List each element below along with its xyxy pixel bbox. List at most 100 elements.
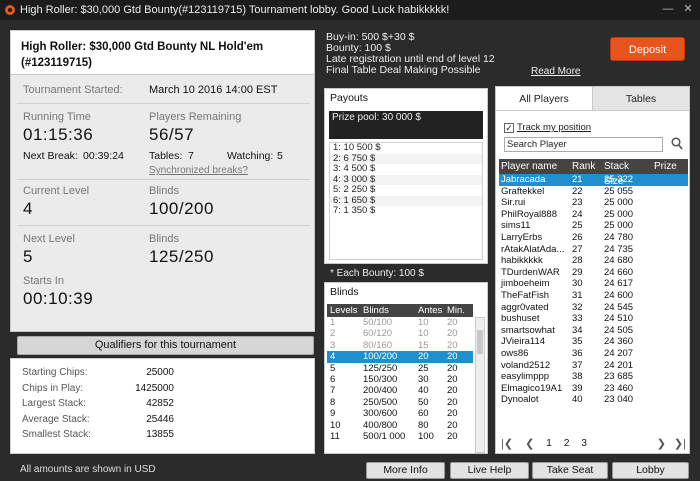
player-cell: 29 <box>572 266 583 278</box>
player-row[interactable]: smartsowhat 34 24 505 <box>499 325 688 337</box>
tables-value: 7 <box>188 150 194 162</box>
column-header[interactable]: Levels <box>327 304 360 317</box>
player-cell: jimboeheim <box>501 278 550 290</box>
payout-item: 5: 2 250 $ <box>333 184 376 195</box>
player-row[interactable]: habikkkkk 28 24 680 <box>499 255 688 267</box>
search-player-input[interactable]: Search Player <box>504 137 663 152</box>
search-icon[interactable] <box>671 137 683 150</box>
stat-label: Largest Stack: <box>22 398 86 409</box>
take-seat-button[interactable]: Take Seat <box>532 462 608 479</box>
minimize-icon[interactable]: — <box>660 2 676 17</box>
player-row[interactable]: LarryErbs 26 24 780 <box>499 232 688 244</box>
running-time-label: Running Time <box>23 111 91 123</box>
prize-pool-bar <box>329 125 483 139</box>
column-header[interactable]: Prize <box>651 159 688 174</box>
player-row[interactable]: ows86 36 24 207 <box>499 348 688 360</box>
blind-cell: 6 <box>330 373 336 385</box>
more-info-button[interactable]: More Info <box>366 462 445 479</box>
page-1[interactable]: 1 <box>546 438 552 449</box>
player-cell: 24 <box>572 208 583 220</box>
player-row[interactable]: rAtakAlatAda... 27 24 735 <box>499 244 688 256</box>
blind-cell: 250/500 <box>363 396 398 408</box>
player-row[interactable]: Jabracada 21 25 322 <box>499 174 688 186</box>
player-cell: 25 322 <box>604 174 634 185</box>
player-row[interactable]: Sir.rui 23 25 000 <box>499 197 688 209</box>
started-value: March 10 2016 14:00 EST <box>149 84 278 96</box>
players-panel: All Players Tables ✓ Track my position S… <box>495 86 690 454</box>
player-row[interactable]: JVieira114 35 24 360 <box>499 336 688 348</box>
column-header[interactable]: Antes <box>415 304 444 317</box>
deposit-button[interactable]: Deposit <box>610 37 685 61</box>
blind-cell: 20 <box>447 373 458 385</box>
player-cell <box>651 174 688 186</box>
checkbox-checked-icon[interactable]: ✓ <box>504 122 514 133</box>
player-row[interactable]: jimboeheim 30 24 617 <box>499 278 688 290</box>
stat-value: 25446 <box>146 413 174 425</box>
player-cell: 37 <box>572 359 583 371</box>
stat-value: 1425000 <box>135 382 174 394</box>
player-cell <box>651 186 688 198</box>
player-cell: 24 680 <box>604 255 634 267</box>
player-cell: 25 000 <box>604 208 634 220</box>
read-more-link[interactable]: Read More <box>531 66 580 77</box>
player-cell <box>651 244 688 256</box>
player-row[interactable]: aggr0vated 32 24 545 <box>499 302 688 314</box>
tab-tables[interactable]: Tables <box>592 87 689 110</box>
stat-value: 13855 <box>146 429 174 440</box>
tab-all-players[interactable]: All Players <box>496 87 592 110</box>
player-cell <box>651 383 688 395</box>
divider <box>17 103 310 104</box>
synchronized-breaks-link[interactable]: Synchronized breaks? <box>149 165 248 176</box>
page-3[interactable]: 3 <box>581 438 587 449</box>
player-row[interactable]: TDurdenWAR 29 24 660 <box>499 267 688 279</box>
first-page-icon[interactable]: |❮ <box>501 437 513 450</box>
players-remaining-value: 56/57 <box>149 125 195 144</box>
blind-level-row: 1 50/100 10 20 <box>327 317 473 328</box>
blinds-scrollbar[interactable] <box>475 317 485 453</box>
blind-level-row: 6 150/300 30 20 <box>327 374 473 385</box>
prev-page-icon[interactable]: ❮ <box>525 437 534 450</box>
player-cell <box>651 232 688 244</box>
player-row[interactable]: TheFatFish 31 24 600 <box>499 290 688 302</box>
qualifiers-button[interactable]: Qualifiers for this tournament <box>17 336 314 355</box>
tables-label: Tables: <box>149 150 183 162</box>
player-cell: JVieira114 <box>501 336 546 348</box>
column-header[interactable]: Player name <box>499 159 569 174</box>
blind-cell: 25 <box>418 362 429 374</box>
player-row[interactable]: sims11 25 25 000 <box>499 220 688 232</box>
column-header[interactable]: Rank <box>569 159 601 174</box>
tournament-info-panel: Tournament Started: March 10 2016 14:00 … <box>10 74 315 332</box>
player-row[interactable]: PhilRoyal888 24 25 000 <box>499 209 688 221</box>
close-icon[interactable]: ✕ <box>680 2 696 17</box>
starts-in-value: 00:10:39 <box>23 289 94 308</box>
live-help-button[interactable]: Live Help <box>450 462 529 479</box>
player-cell: 23 <box>572 197 583 209</box>
player-cell <box>651 313 688 325</box>
scroll-thumb[interactable] <box>477 330 483 354</box>
player-cell: rAtakAlatAda... <box>501 243 565 255</box>
column-header[interactable]: Min. <box>444 304 473 317</box>
player-cell: aggr0vated <box>501 301 549 313</box>
column-header[interactable]: Stack Size <box>601 159 651 187</box>
player-row[interactable]: bushuset 33 24 510 <box>499 313 688 325</box>
player-row[interactable]: Dynoalot 40 23 040 <box>499 394 688 406</box>
next-page-icon[interactable]: ❯ <box>657 437 666 450</box>
page-2[interactable]: 2 <box>564 438 570 449</box>
player-cell <box>651 197 688 209</box>
divider <box>17 179 310 180</box>
player-row[interactable]: voland2512 37 24 201 <box>499 360 688 372</box>
players-table: Player name Rank Stack Size Prize Jabracada 2… <box>499 159 688 406</box>
player-cell: sims11 <box>501 220 531 232</box>
track-position-checkbox[interactable]: ✓ Track my position <box>504 122 591 133</box>
blinds-value: 100/200 <box>149 199 214 218</box>
lobby-button[interactable]: Lobby <box>612 462 689 479</box>
player-cell <box>651 278 688 290</box>
last-page-icon[interactable]: ❯| <box>674 437 686 450</box>
player-row[interactable]: Graftekkel 22 25 055 <box>499 186 688 198</box>
player-row[interactable]: easylimppp 38 23 685 <box>499 371 688 383</box>
column-header[interactable]: Blinds <box>360 304 415 317</box>
player-cell: smartsowhat <box>501 324 555 336</box>
blind-cell: 20 <box>447 419 458 431</box>
blinds-table: Levels Blinds Antes Min. 1 50/100 10 20 2 60/120 1… <box>327 304 473 442</box>
player-row[interactable]: Elmagico19A1 39 23 460 <box>499 383 688 395</box>
